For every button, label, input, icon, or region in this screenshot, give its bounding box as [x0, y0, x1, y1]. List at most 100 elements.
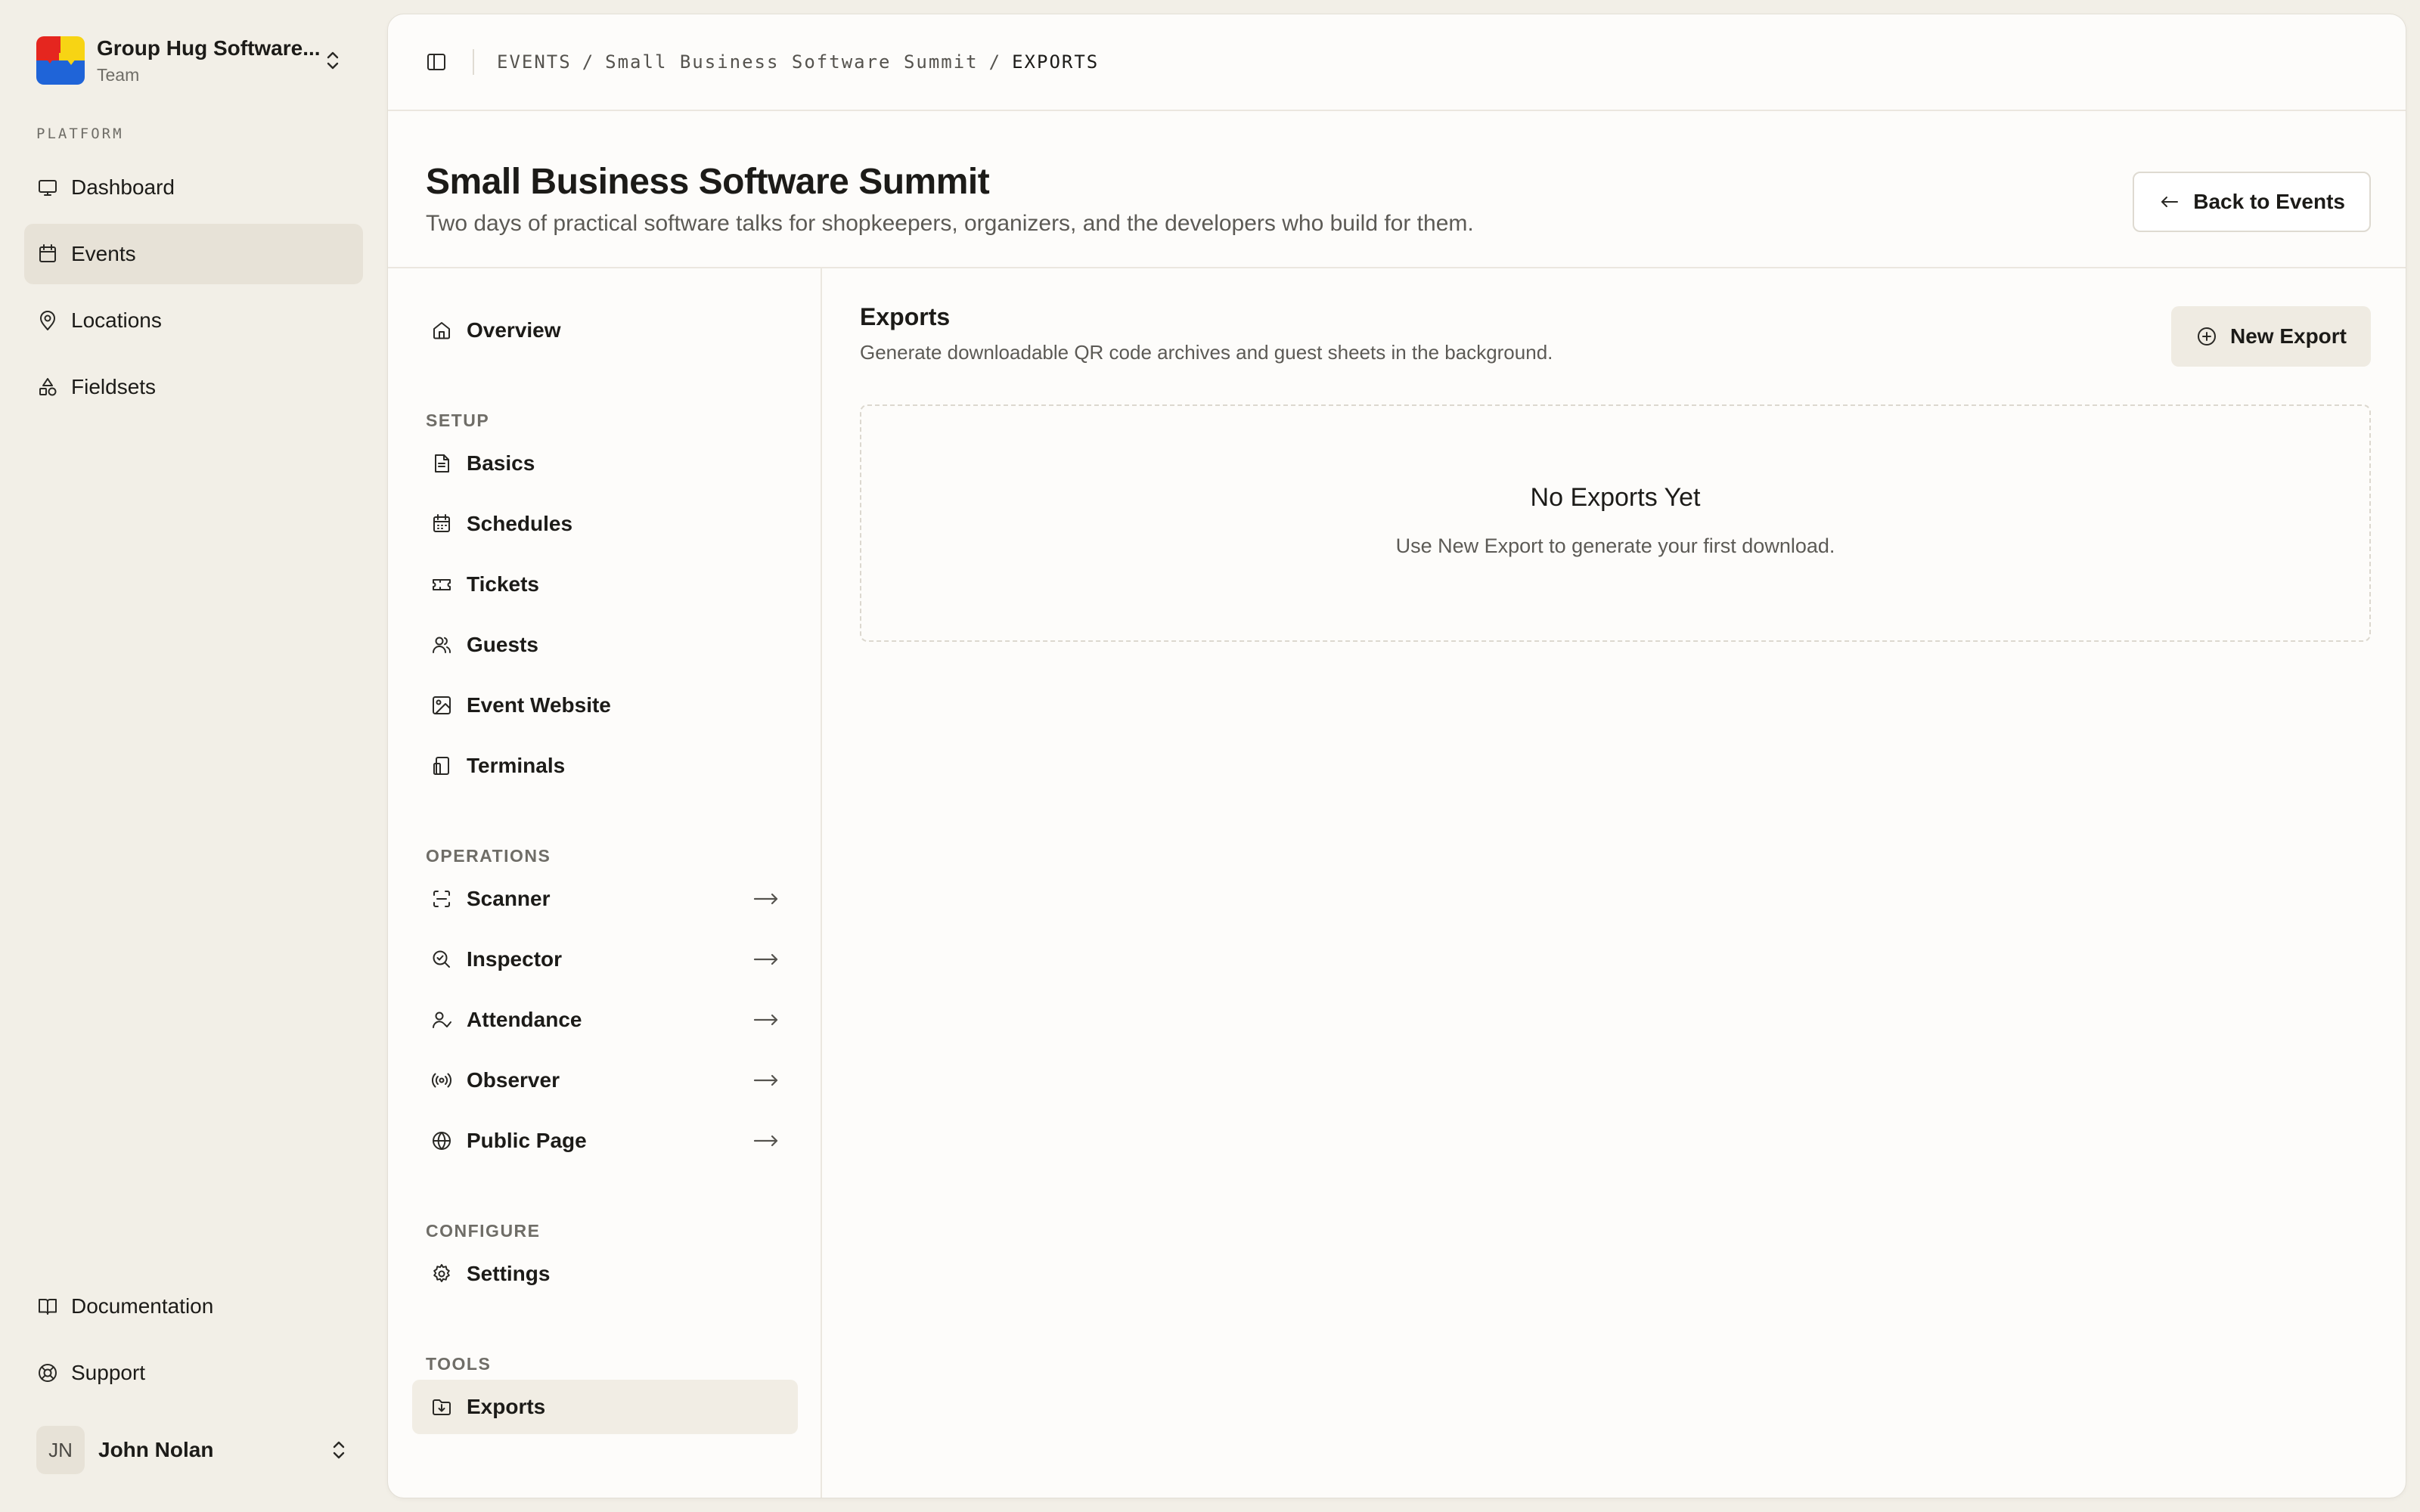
arrow-right-icon [752, 1009, 780, 1031]
book-icon [36, 1295, 59, 1318]
gear-icon [430, 1263, 453, 1285]
calendar-icon [36, 243, 59, 265]
main-panel: EVENTS / Small Business Software Summit … [387, 14, 2406, 1498]
event-nav-scanner[interactable]: Scanner [412, 872, 798, 926]
event-nav-event-website[interactable]: Event Website [412, 678, 798, 733]
event-nav-attendance[interactable]: Attendance [412, 993, 798, 1047]
platform-nav: Dashboard Events Locations Fieldsets [24, 157, 363, 423]
scan-icon [430, 888, 453, 910]
sidebar-footer-nav: Documentation Support [24, 1276, 363, 1409]
globe-icon [430, 1129, 453, 1152]
sidebar-item-label: Documentation [71, 1294, 214, 1318]
empty-state-description: Use New Export to generate your first do… [1395, 534, 1835, 557]
event-nav-label: Basics [467, 451, 535, 475]
event-nav-overview[interactable]: Overview [412, 303, 798, 358]
page-header: Small Business Software Summit Two days … [388, 111, 2406, 268]
arrow-right-icon [752, 1069, 780, 1092]
event-nav-label: Scanner [467, 887, 551, 910]
event-nav-label: Attendance [467, 1008, 582, 1031]
setup-section-label: SETUP [426, 411, 490, 430]
calendar-days-icon [430, 513, 453, 535]
sidebar-item-dashboard[interactable]: Dashboard [24, 157, 363, 218]
arrow-left-icon [2158, 191, 2181, 213]
sidebar-item-documentation[interactable]: Documentation [24, 1276, 363, 1337]
arrow-right-icon [752, 888, 780, 910]
life-buoy-icon [36, 1362, 59, 1384]
arrow-right-icon [752, 948, 780, 971]
event-nav-label: Observer [467, 1068, 560, 1092]
event-nav-public-page[interactable]: Public Page [412, 1114, 798, 1168]
sidebar-item-support[interactable]: Support [24, 1343, 363, 1403]
team-name: Group Hug Software... [97, 36, 321, 60]
page-title: Small Business Software Summit [426, 162, 990, 202]
event-nav-label: Public Page [467, 1129, 587, 1152]
event-nav-schedules[interactable]: Schedules [412, 497, 798, 551]
page-description: Two days of practical software talks for… [426, 211, 1474, 236]
sidebar-item-label: Support [71, 1361, 146, 1384]
breadcrumb-separator: / [988, 51, 1002, 73]
breadcrumb-current: EXPORTS [1012, 51, 1100, 73]
event-nav-label: Inspector [467, 947, 563, 971]
sidebar-item-locations[interactable]: Locations [24, 290, 363, 351]
event-nav-basics[interactable]: Basics [412, 436, 798, 491]
event-nav-terminals[interactable]: Terminals [412, 739, 798, 793]
new-export-button[interactable]: New Export [2170, 306, 2371, 367]
sidebar-item-label: Dashboard [71, 175, 175, 199]
event-nav-settings[interactable]: Settings [412, 1247, 798, 1301]
team-subtitle: Team [97, 64, 140, 85]
user-check-icon [430, 1009, 453, 1031]
user-menu[interactable]: JN John Nolan [24, 1420, 363, 1480]
event-nav-label: Settings [467, 1262, 551, 1285]
event-nav: Overview SETUP Basics Schedules Tickets [388, 268, 822, 1498]
map-pin-icon [36, 309, 59, 332]
home-icon [430, 319, 453, 342]
sidebar-item-fieldsets[interactable]: Fieldsets [24, 357, 363, 417]
platform-group-label: PLATFORM [36, 125, 124, 142]
chevrons-up-down-icon [321, 48, 345, 73]
breadcrumb-separator: / [582, 51, 595, 73]
event-nav-label: Schedules [467, 512, 573, 535]
sidebar-item-label: Fieldsets [71, 375, 157, 398]
event-nav-guests[interactable]: Guests [412, 618, 798, 672]
event-nav-exports[interactable]: Exports [412, 1380, 798, 1434]
back-button-label: Back to Events [2193, 190, 2345, 213]
breadcrumb-events[interactable]: EVENTS [497, 51, 572, 73]
radio-icon [430, 1069, 453, 1092]
team-switcher[interactable]: Group Hug Software... Team [24, 26, 357, 95]
sidebar-item-events[interactable]: Events [24, 224, 363, 284]
back-to-events-button[interactable]: Back to Events [2133, 172, 2371, 232]
app-sidebar: Group Hug Software... Team PLATFORM Dash… [0, 0, 386, 1512]
ticket-icon [430, 573, 453, 596]
breadcrumb-event[interactable]: Small Business Software Summit [605, 51, 978, 73]
operations-section-label: OPERATIONS [426, 846, 551, 866]
sidebar-toggle-button[interactable] [415, 41, 458, 83]
event-nav-label: Event Website [467, 693, 611, 717]
file-text-icon [430, 452, 453, 475]
event-nav-label: Guests [467, 633, 538, 656]
panel-left-icon [425, 51, 448, 73]
event-nav-label: Overview [467, 318, 561, 342]
sidebar-item-label: Events [71, 242, 136, 265]
tools-section-label: TOOLS [426, 1354, 492, 1374]
folder-down-icon [430, 1396, 453, 1418]
empty-state: No Exports Yet Use New Export to generat… [860, 404, 2371, 642]
event-nav-inspector[interactable]: Inspector [412, 932, 798, 987]
plus-circle-icon [2195, 325, 2218, 348]
event-nav-tickets[interactable]: Tickets [412, 557, 798, 612]
image-icon [430, 694, 453, 717]
shapes-icon [36, 376, 59, 398]
exports-description: Generate downloadable QR code archives a… [860, 341, 1553, 364]
divider [473, 49, 474, 75]
search-check-icon [430, 948, 453, 971]
users-icon [430, 634, 453, 656]
empty-state-title: No Exports Yet [1530, 483, 1701, 512]
new-export-label: New Export [2229, 324, 2347, 348]
sidebar-item-label: Locations [71, 308, 162, 332]
event-nav-label: Exports [467, 1395, 546, 1418]
user-name: John Nolan [98, 1438, 214, 1461]
chevrons-up-down-icon [327, 1438, 351, 1462]
event-nav-observer[interactable]: Observer [412, 1053, 798, 1108]
top-bar: EVENTS / Small Business Software Summit … [388, 14, 2406, 111]
tablet-icon [430, 754, 453, 777]
arrow-right-icon [752, 1129, 780, 1152]
